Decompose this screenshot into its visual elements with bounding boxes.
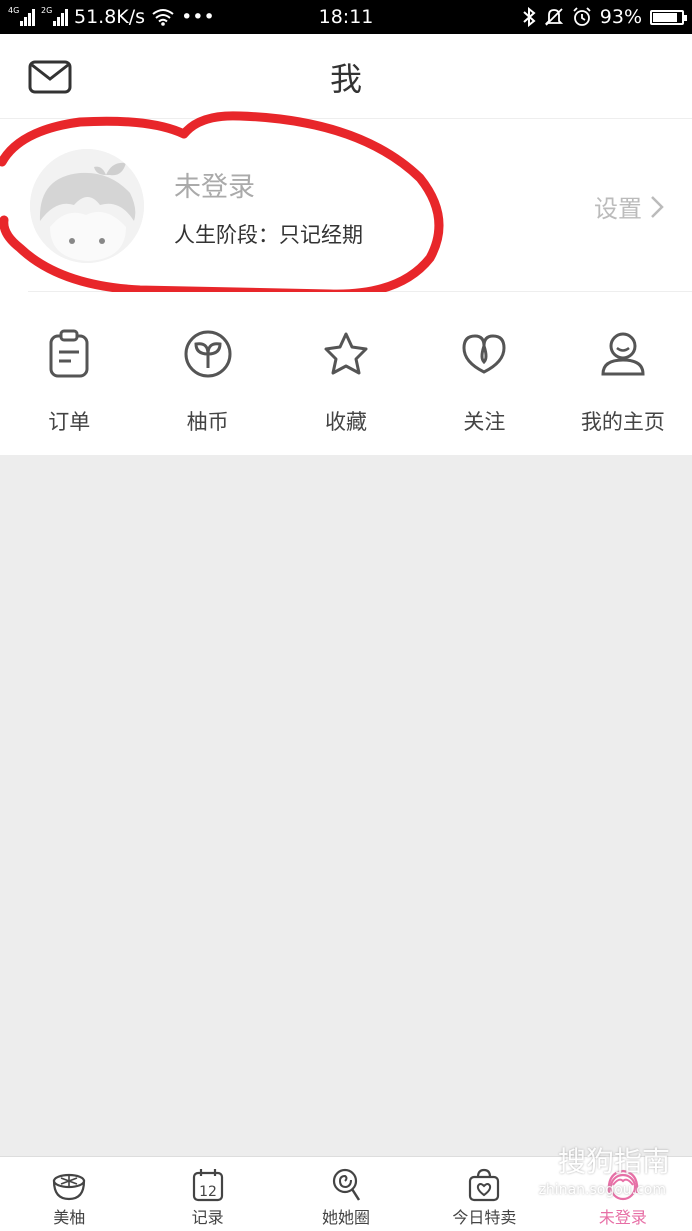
girl-avatar-icon[interactable] <box>30 149 144 263</box>
quick-item-orders[interactable]: 订单 <box>0 292 138 455</box>
lollipop-icon <box>332 1168 361 1201</box>
login-status[interactable]: 未登录 <box>174 165 255 204</box>
battery-percent: 93% <box>599 6 642 28</box>
heart-icon <box>462 334 506 374</box>
bluetooth-icon <box>523 7 536 27</box>
page-title: 我 <box>329 60 362 98</box>
calendar-icon: 12 <box>192 1169 223 1202</box>
quick-actions: 订单 柚币 收藏 关注 我的主页 <box>0 292 692 455</box>
star-icon <box>324 332 368 375</box>
tab-circle[interactable]: 她她圈 <box>277 1157 415 1231</box>
quick-item-label: 关注 <box>463 410 506 434</box>
tab-record[interactable]: 12 记录 <box>138 1157 276 1231</box>
quick-item-label: 柚币 <box>186 410 229 434</box>
person-icon <box>601 332 645 376</box>
quick-item-label: 订单 <box>48 410 91 434</box>
alarm-icon <box>573 7 591 26</box>
quick-item-coins[interactable]: 柚币 <box>138 292 276 455</box>
pomelo-icon <box>53 1173 86 1201</box>
mute-bell-icon <box>544 8 563 26</box>
tab-label: 记录 <box>191 1208 224 1227</box>
quick-item-label: 收藏 <box>325 410 368 434</box>
quick-item-label: 我的主页 <box>580 410 665 434</box>
settings-label: 设置 <box>594 195 642 223</box>
shopping-bag-icon <box>469 1168 500 1202</box>
battery-icon <box>650 9 687 25</box>
content-area <box>0 455 692 1155</box>
tab-label: 她她圈 <box>322 1208 371 1227</box>
status-bar: 4G 2G 51.8K/s ••• 18:11 93% <box>0 0 692 34</box>
watermark-url: zhinan.sogou.com <box>538 1182 666 1198</box>
settings-button[interactable]: 设置 <box>594 189 664 224</box>
watermark: 搜狗指南 <box>558 1140 670 1180</box>
watermark-text: 搜狗指南 <box>557 1145 670 1178</box>
quick-item-following[interactable]: 关注 <box>415 292 553 455</box>
chevron-right-icon <box>651 195 664 218</box>
profile-card[interactable]: 未登录 人生阶段：只记经期 设置 <box>0 119 692 293</box>
page-header: 我 <box>0 34 692 119</box>
calendar-day: 12 <box>199 1184 217 1200</box>
quick-item-favorites[interactable]: 收藏 <box>277 292 415 455</box>
tab-label: 未登录 <box>598 1208 647 1227</box>
tab-label: 今日特卖 <box>452 1208 517 1227</box>
tab-meiyou[interactable]: 美柚 <box>0 1157 138 1231</box>
quick-item-homepage[interactable]: 我的主页 <box>554 292 692 455</box>
sprout-coin-icon <box>184 330 232 378</box>
life-stage: 人生阶段：只记经期 <box>174 223 363 247</box>
tab-label: 美柚 <box>53 1208 86 1227</box>
clipboard-icon <box>49 329 89 378</box>
tab-daily-sale[interactable]: 今日特卖 <box>415 1157 553 1231</box>
